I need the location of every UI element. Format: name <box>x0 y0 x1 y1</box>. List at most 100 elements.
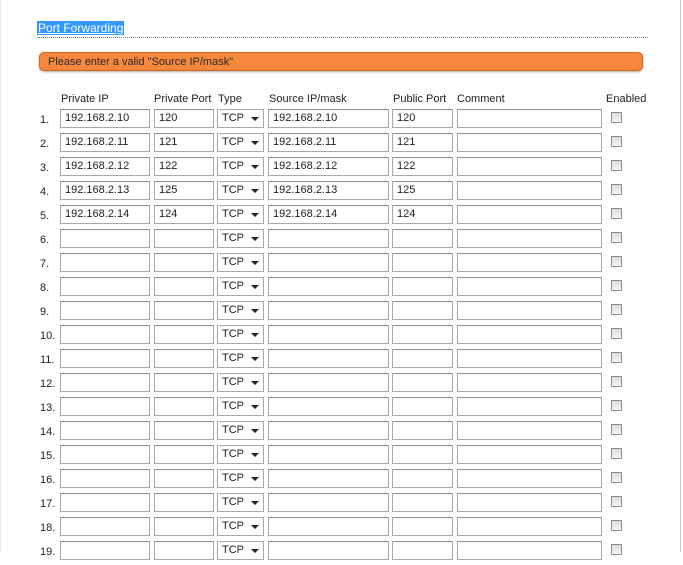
private-port-input[interactable]: 121 <box>154 133 214 152</box>
public-port-input[interactable] <box>392 373 453 392</box>
private-ip-input[interactable] <box>60 373 150 392</box>
type-select[interactable]: TCP <box>217 493 264 512</box>
source-ip-input[interactable]: 192.168.2.10 <box>268 109 389 128</box>
source-ip-input[interactable] <box>268 373 389 392</box>
private-ip-input[interactable] <box>60 301 150 320</box>
source-ip-input[interactable] <box>268 397 389 416</box>
type-select[interactable]: TCP <box>217 325 264 344</box>
private-ip-input[interactable] <box>60 253 150 272</box>
private-ip-input[interactable] <box>60 397 150 416</box>
type-select[interactable]: TCP <box>217 349 264 368</box>
private-ip-input[interactable] <box>60 517 150 536</box>
type-select[interactable]: TCP <box>217 109 264 128</box>
enabled-checkbox[interactable] <box>611 400 622 411</box>
public-port-input[interactable] <box>392 445 453 464</box>
comment-input[interactable] <box>457 253 602 272</box>
type-select[interactable]: TCP <box>217 469 264 488</box>
comment-input[interactable] <box>457 541 602 560</box>
enabled-checkbox[interactable] <box>611 184 622 195</box>
private-port-input[interactable]: 124 <box>154 205 214 224</box>
comment-input[interactable] <box>457 301 602 320</box>
source-ip-input[interactable] <box>268 349 389 368</box>
private-ip-input[interactable] <box>60 229 150 248</box>
comment-input[interactable] <box>457 349 602 368</box>
public-port-input[interactable] <box>392 469 453 488</box>
source-ip-input[interactable] <box>268 421 389 440</box>
public-port-input[interactable]: 120 <box>392 109 453 128</box>
enabled-checkbox[interactable] <box>611 208 622 219</box>
source-ip-input[interactable] <box>268 445 389 464</box>
private-port-input[interactable] <box>154 229 214 248</box>
private-port-input[interactable] <box>154 373 214 392</box>
private-ip-input[interactable]: 192.168.2.10 <box>60 109 150 128</box>
private-port-input[interactable]: 125 <box>154 181 214 200</box>
enabled-checkbox[interactable] <box>611 424 622 435</box>
public-port-input[interactable] <box>392 229 453 248</box>
private-port-input[interactable] <box>154 493 214 512</box>
comment-input[interactable] <box>457 325 602 344</box>
source-ip-input[interactable] <box>268 277 389 296</box>
enabled-checkbox[interactable] <box>611 376 622 387</box>
public-port-input[interactable] <box>392 493 453 512</box>
private-ip-input[interactable] <box>60 541 150 560</box>
type-select[interactable]: TCP <box>217 229 264 248</box>
comment-input[interactable] <box>457 469 602 488</box>
type-select[interactable]: TCP <box>217 205 264 224</box>
private-ip-input[interactable]: 192.168.2.11 <box>60 133 150 152</box>
type-select[interactable]: TCP <box>217 157 264 176</box>
source-ip-input[interactable] <box>268 541 389 560</box>
private-port-input[interactable] <box>154 541 214 560</box>
type-select[interactable]: TCP <box>217 133 264 152</box>
private-port-input[interactable] <box>154 469 214 488</box>
enabled-checkbox[interactable] <box>611 328 622 339</box>
public-port-input[interactable] <box>392 277 453 296</box>
comment-input[interactable] <box>457 445 602 464</box>
comment-input[interactable] <box>457 421 602 440</box>
public-port-input[interactable]: 122 <box>392 157 453 176</box>
comment-input[interactable] <box>457 493 602 512</box>
enabled-checkbox[interactable] <box>611 520 622 531</box>
public-port-input[interactable] <box>392 397 453 416</box>
source-ip-input[interactable] <box>268 517 389 536</box>
enabled-checkbox[interactable] <box>611 472 622 483</box>
private-port-input[interactable] <box>154 253 214 272</box>
comment-input[interactable] <box>457 277 602 296</box>
enabled-checkbox[interactable] <box>611 136 622 147</box>
private-ip-input[interactable] <box>60 421 150 440</box>
public-port-input[interactable] <box>392 325 453 344</box>
source-ip-input[interactable] <box>268 229 389 248</box>
enabled-checkbox[interactable] <box>611 160 622 171</box>
source-ip-input[interactable]: 192.168.2.11 <box>268 133 389 152</box>
enabled-checkbox[interactable] <box>611 280 622 291</box>
type-select[interactable]: TCP <box>217 277 264 296</box>
comment-input[interactable] <box>457 109 602 128</box>
source-ip-input[interactable]: 192.168.2.13 <box>268 181 389 200</box>
source-ip-input[interactable] <box>268 493 389 512</box>
public-port-input[interactable] <box>392 421 453 440</box>
type-select[interactable]: TCP <box>217 517 264 536</box>
private-port-input[interactable] <box>154 349 214 368</box>
private-ip-input[interactable] <box>60 349 150 368</box>
public-port-input[interactable] <box>392 541 453 560</box>
type-select[interactable]: TCP <box>217 397 264 416</box>
type-select[interactable]: TCP <box>217 541 264 560</box>
enabled-checkbox[interactable] <box>611 544 622 555</box>
private-port-input[interactable] <box>154 517 214 536</box>
comment-input[interactable] <box>457 157 602 176</box>
private-ip-input[interactable]: 192.168.2.12 <box>60 157 150 176</box>
public-port-input[interactable]: 125 <box>392 181 453 200</box>
type-select[interactable]: TCP <box>217 421 264 440</box>
private-ip-input[interactable] <box>60 325 150 344</box>
source-ip-input[interactable] <box>268 253 389 272</box>
comment-input[interactable] <box>457 181 602 200</box>
comment-input[interactable] <box>457 133 602 152</box>
type-select[interactable]: TCP <box>217 445 264 464</box>
private-ip-input[interactable] <box>60 493 150 512</box>
comment-input[interactable] <box>457 205 602 224</box>
enabled-checkbox[interactable] <box>611 304 622 315</box>
private-ip-input[interactable] <box>60 445 150 464</box>
source-ip-input[interactable] <box>268 325 389 344</box>
public-port-input[interactable]: 124 <box>392 205 453 224</box>
type-select[interactable]: TCP <box>217 253 264 272</box>
enabled-checkbox[interactable] <box>611 256 622 267</box>
